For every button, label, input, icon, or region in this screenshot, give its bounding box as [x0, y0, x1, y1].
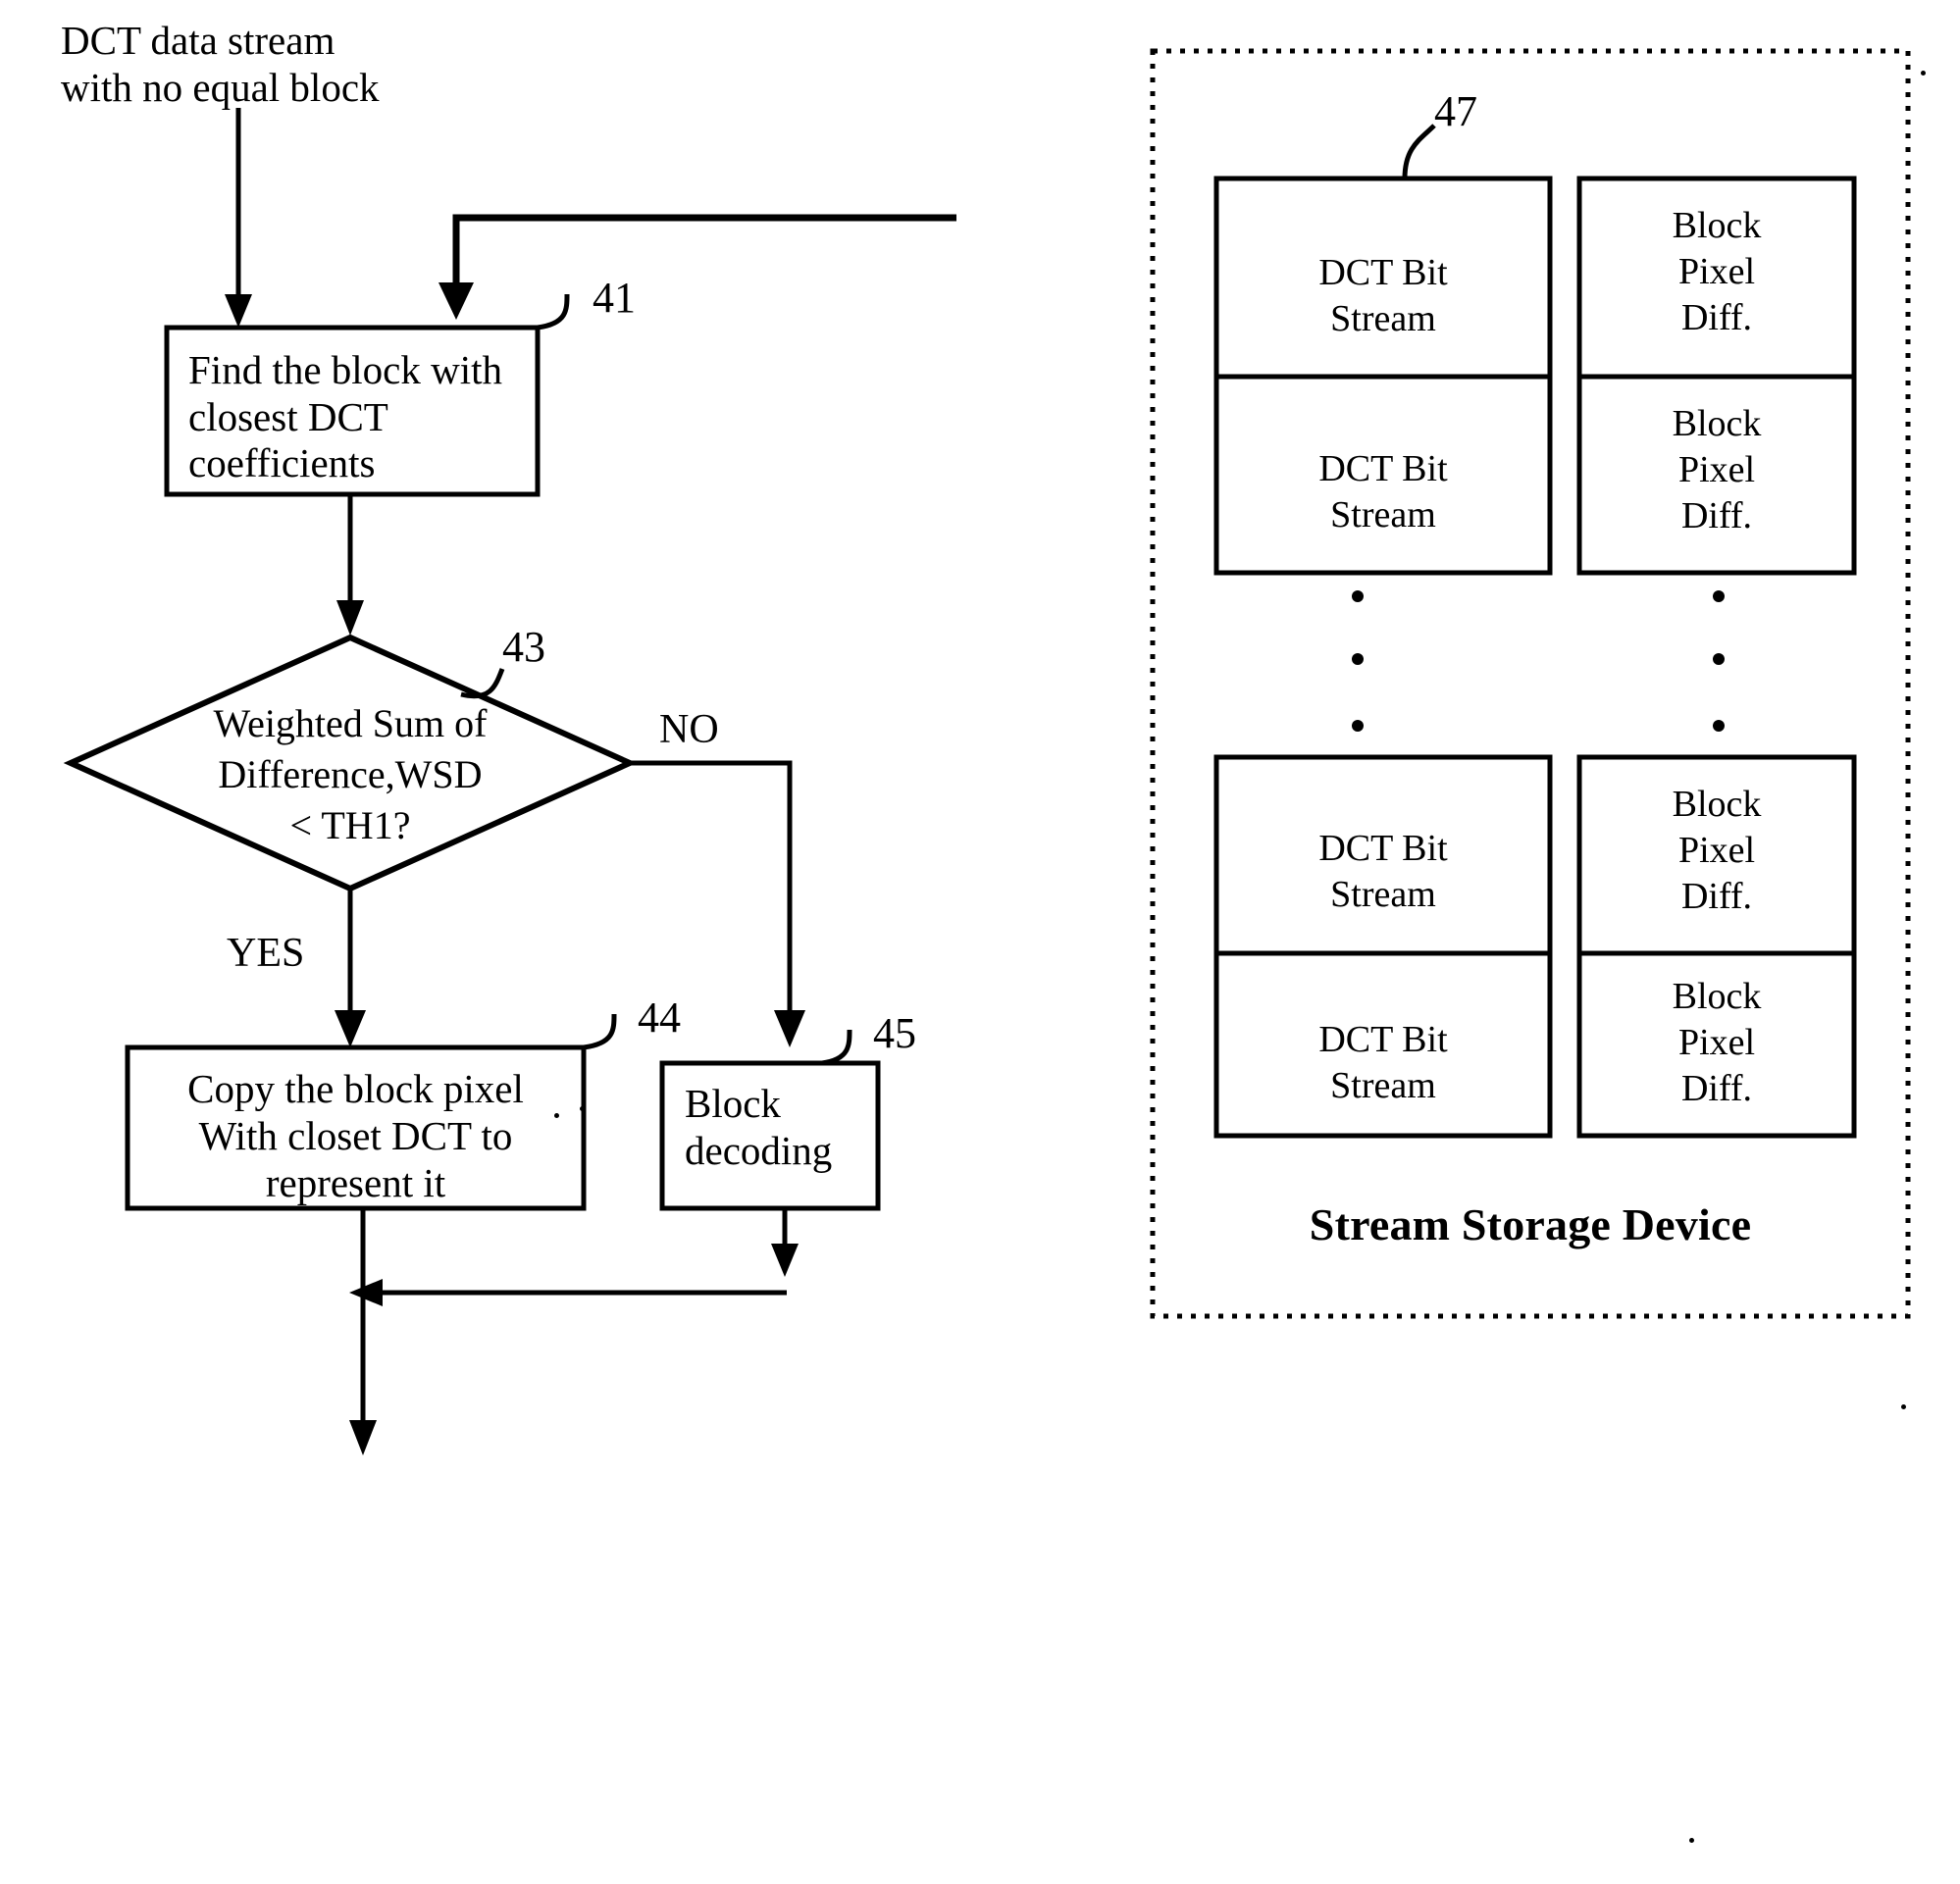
process-41-line1: Find the block with	[188, 347, 503, 392]
storage-to-find-block-arrow	[438, 214, 956, 320]
decision-43-line2: Difference,WSD	[218, 752, 483, 796]
dct-cell-2-line1: DCT Bit	[1318, 828, 1448, 869]
scan-speckle	[1689, 1838, 1694, 1843]
input-caption-line1: DCT data stream	[61, 18, 335, 63]
bpd-cell-0-line1: Block	[1672, 205, 1762, 246]
arrow-41-to-43	[336, 494, 364, 636]
process-41-line2: closest DCT	[188, 394, 388, 439]
input-arrow	[225, 108, 252, 328]
decision-43-line1: Weighted Sum of	[213, 701, 488, 745]
dct-cell-0-line2: Stream	[1330, 298, 1436, 339]
figure-canvas: DCT data stream with no equal block Find…	[0, 0, 1960, 1884]
bpd-cell-3-line1: Block	[1672, 976, 1762, 1017]
bpd-cell-1-line1: Block	[1672, 403, 1762, 444]
process-44-line2: With closet DCT to	[198, 1113, 513, 1158]
branch-label-no: NO	[659, 707, 719, 752]
bpd-cell-3-line2: Pixel	[1677, 1022, 1756, 1063]
bpd-cell-1-line3: Diff.	[1680, 495, 1753, 536]
dct-cell-3-line2: Stream	[1330, 1065, 1436, 1106]
process-44-line3: represent it	[265, 1160, 446, 1205]
ref-numeral-41: 41	[593, 274, 636, 322]
bpd-cell-1-line2: Pixel	[1677, 449, 1756, 490]
bpd-cell-2-line2: Pixel	[1677, 830, 1756, 871]
process-45-line2: decoding	[685, 1128, 833, 1173]
ref-numeral-45: 45	[873, 1009, 916, 1057]
ref-numeral-43: 43	[502, 623, 545, 671]
scan-speckle	[1921, 71, 1926, 76]
bpd-cell-0-line2: Pixel	[1677, 251, 1756, 292]
dct-cell-2-line2: Stream	[1330, 874, 1436, 915]
process-45-line1: Block	[685, 1081, 781, 1126]
scan-speckle	[1901, 1404, 1906, 1409]
branch-label-yes: YES	[227, 931, 305, 976]
arrow-yes-to-44	[335, 889, 366, 1047]
ref-numeral-44: 44	[638, 993, 681, 1042]
storage-panel-title: Stream Storage Device	[1309, 1199, 1752, 1249]
process-44-line1: Copy the block pixel	[187, 1066, 524, 1111]
dct-cell-1-line1: DCT Bit	[1318, 448, 1448, 489]
process-41-line3: coefficients	[188, 440, 376, 485]
scan-speckle	[580, 1106, 585, 1111]
bpd-cell-0-line3: Diff.	[1680, 297, 1753, 338]
scan-speckle	[554, 1113, 559, 1118]
dct-cell-0-line1: DCT Bit	[1318, 252, 1448, 293]
decision-43-line3: < TH1?	[289, 803, 411, 847]
input-caption-line2: with no equal block	[61, 65, 380, 110]
dct-cell-3-line1: DCT Bit	[1318, 1019, 1448, 1060]
bpd-cell-2-line3: Diff.	[1680, 876, 1753, 917]
bpd-cell-3-line3: Diff.	[1680, 1068, 1753, 1109]
dct-cell-1-line2: Stream	[1330, 494, 1436, 535]
ref-numeral-47: 47	[1434, 87, 1477, 135]
bpd-cell-2-line1: Block	[1672, 784, 1762, 825]
merge-join-lines	[349, 1208, 799, 1455]
